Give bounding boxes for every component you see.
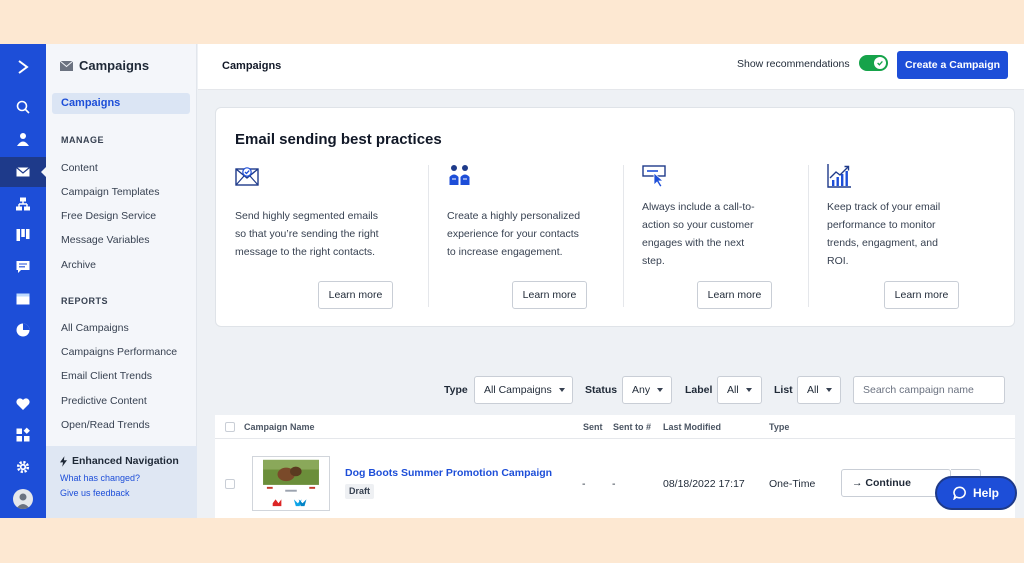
column-sent-to[interactable]: Sent to # [613,422,651,432]
status-filter-select[interactable]: Any [622,376,672,404]
top-bar: Campaigns Show recommendations Create a … [198,44,1024,90]
email-icon[interactable] [0,157,47,187]
sidebar-item-campaign-templates[interactable]: Campaign Templates [61,186,159,198]
help-button[interactable]: Help [935,476,1017,510]
divider [808,165,809,307]
campaign-thumbnail [252,456,330,511]
learn-more-button[interactable]: Learn more [318,281,393,309]
envelope-icon [60,60,73,71]
cta-click-icon [642,165,666,188]
automations-icon[interactable] [0,189,46,219]
sent-to-value: - [612,478,616,490]
campaign-name-link[interactable]: Dog Boots Summer Promotion Campaign [345,467,552,479]
heart-icon[interactable] [0,389,46,419]
logo-chevron-icon[interactable] [0,52,46,82]
select-all-checkbox[interactable] [225,422,235,432]
sidebar-item-campaigns[interactable]: Campaigns [52,93,190,114]
learn-more-button[interactable]: Learn more [512,281,587,309]
app-window: Campaigns Campaigns MANAGE Content Campa… [0,44,1024,518]
table-header: Campaign Name Sent Sent to # Last Modifi… [215,415,1015,439]
lightning-icon [60,455,67,467]
tip-call-to-action: Always include a call-to- action so your… [642,163,812,313]
enhanced-navigation-title: Enhanced Navigation [72,455,179,467]
tip-text: Keep track of your email performance to … [827,201,941,267]
settings-icon[interactable] [0,452,46,482]
search-icon[interactable] [0,92,46,122]
campaigns-table: Campaign Name Sent Sent to # Last Modifi… [215,415,1015,518]
column-campaign-name[interactable]: Campaign Name [244,422,315,432]
show-recommendations-toggle[interactable] [859,55,888,71]
main-content: Campaigns Show recommendations Create a … [198,44,1024,518]
people-icon [449,165,470,185]
sent-value: - [582,478,586,490]
label-filter-label: Label [685,384,713,396]
best-practices-card: Email sending best practices Send highly… [215,107,1015,327]
sidebar-item-campaigns-performance[interactable]: Campaigns Performance [61,346,177,358]
divider [428,165,429,307]
label-filter-select[interactable]: All [717,376,762,404]
sidebar-heading-manage: MANAGE [61,135,104,145]
enhanced-navigation-panel: Enhanced Navigation What has changed? Gi… [46,446,197,518]
apps-icon[interactable] [0,420,46,450]
tip-text: Send highly segmented emails so that you… [235,210,379,258]
divider [623,165,624,307]
arrow-right-icon: → [852,477,866,489]
chevron-down-icon [745,388,752,393]
sidebar-item-all-campaigns[interactable]: All Campaigns [61,322,129,334]
learn-more-button[interactable]: Learn more [697,281,772,309]
check-icon [874,57,886,69]
chart-growth-icon [827,164,851,188]
sidebar-item-content[interactable]: Content [61,162,98,174]
contacts-icon[interactable] [0,124,46,154]
website-icon[interactable] [0,284,46,314]
column-sent[interactable]: Sent [583,422,603,432]
last-modified-value: 08/18/2022 17:17 [663,478,745,490]
what-has-changed-link[interactable]: What has changed? [60,473,183,483]
sidebar-item-free-design-service[interactable]: Free Design Service [61,210,156,222]
tip-segmented-emails: Send highly segmented emails so that you… [235,163,425,313]
tip-personalized-experience: Create a highly personalized experience … [447,163,627,313]
tip-track-performance: Keep track of your email performance to … [827,163,997,313]
sidebar-item-message-variables[interactable]: Message Variables [61,234,150,246]
type-value: One-Time [769,478,816,490]
chevron-down-icon [558,388,565,393]
type-filter-select[interactable]: All Campaigns [474,376,573,404]
list-filter-select[interactable]: All [797,376,841,404]
avatar-icon[interactable] [0,484,46,514]
tip-text: Always include a call-to- action so your… [642,201,755,267]
search-campaign-input[interactable] [853,376,1005,404]
learn-more-button[interactable]: Learn more [884,281,959,309]
conversations-icon[interactable] [0,252,46,282]
chevron-down-icon [825,388,832,393]
sidebar-item-open-read-trends[interactable]: Open/Read Trends [61,419,150,431]
tip-text: Create a highly personalized experience … [447,210,581,258]
column-last-modified[interactable]: Last Modified [663,422,721,432]
row-checkbox[interactable] [225,479,235,489]
deals-icon[interactable] [0,220,46,250]
list-filter-label: List [774,384,793,396]
create-campaign-button[interactable]: Create a Campaign [897,51,1008,79]
sidebar-item-archive[interactable]: Archive [61,259,96,271]
chat-bubble-icon [953,486,966,500]
column-type[interactable]: Type [769,422,789,432]
sidebar-item-email-client-trends[interactable]: Email Client Trends [61,370,152,382]
status-badge: Draft [345,484,375,499]
status-filter-label: Status [585,384,618,396]
page-title: Campaigns [222,60,282,72]
best-practices-title: Email sending best practices [235,131,442,148]
sidebar-heading-reports: REPORTS [61,296,109,306]
show-recommendations-label: Show recommendations [737,58,850,70]
give-feedback-link[interactable]: Give us feedback [60,488,183,498]
type-filter-label: Type [444,384,468,396]
email-check-icon [235,167,259,186]
reports-icon[interactable] [0,315,46,345]
table-row[interactable]: Dog Boots Summer Promotion Campaign Draf… [215,440,1015,518]
nav-rail [0,44,47,518]
sidebar: Campaigns Campaigns MANAGE Content Campa… [46,44,197,518]
sidebar-title: Campaigns [60,58,149,73]
sidebar-item-predictive-content[interactable]: Predictive Content [61,395,147,407]
chevron-down-icon [657,388,664,393]
